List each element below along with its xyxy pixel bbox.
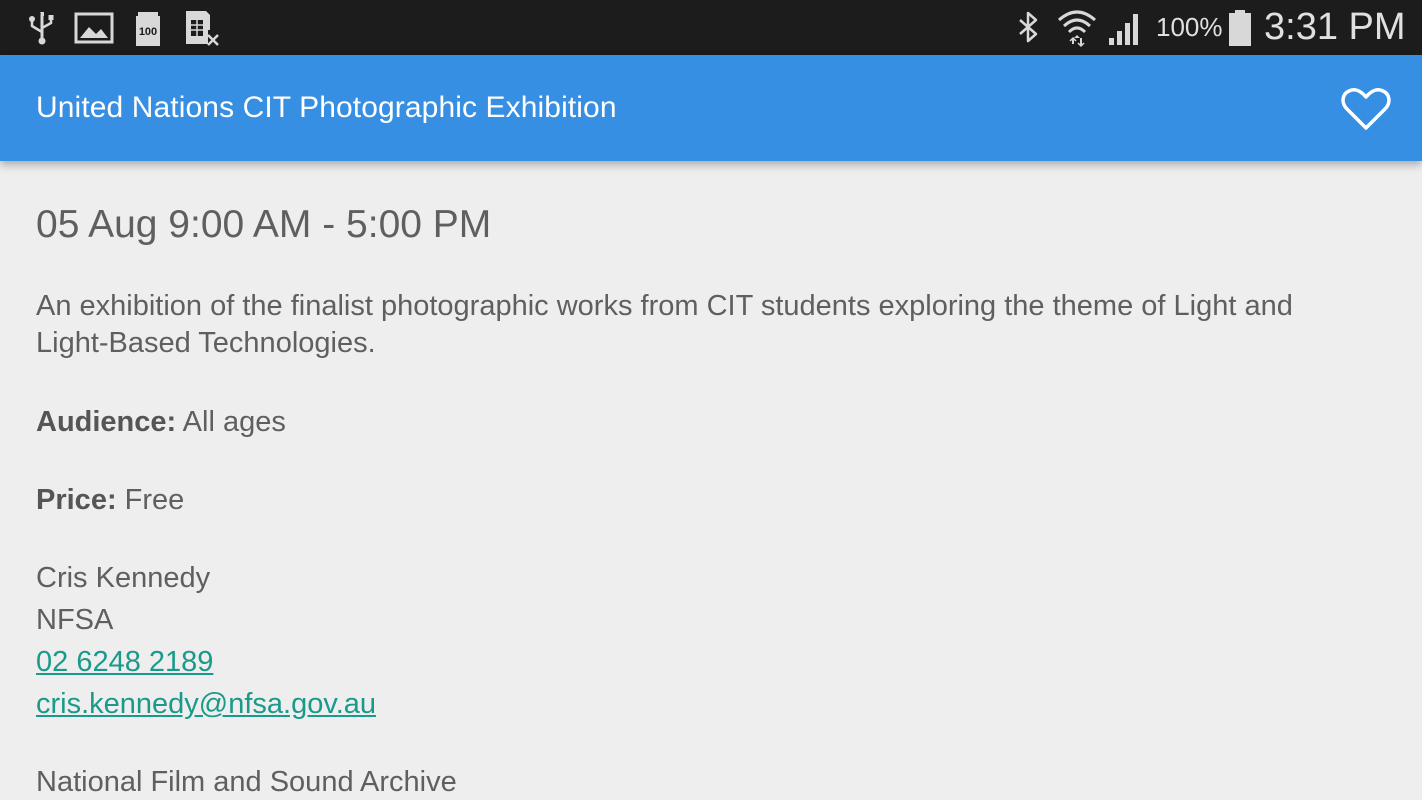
price-label: Price: bbox=[36, 484, 117, 516]
price-row: Price: Free bbox=[36, 484, 184, 517]
battery-percent: 100% bbox=[1156, 12, 1223, 42]
status-bar: 100 100% 3:31 PM bbox=[0, 0, 1422, 55]
app-bar: United Nations CIT Photographic Exhibiti… bbox=[0, 55, 1422, 161]
contact-email-row: cris.kennedy@nfsa.gov.au bbox=[36, 688, 376, 721]
signal-icon bbox=[1109, 14, 1138, 45]
bluetooth-icon bbox=[1019, 11, 1038, 43]
heart-outline-icon[interactable] bbox=[1340, 83, 1392, 135]
image-icon bbox=[74, 12, 114, 44]
audience-value: All ages bbox=[182, 406, 286, 438]
contact-org: NFSA bbox=[36, 604, 114, 636]
storage-100-icon: 100 bbox=[136, 12, 160, 46]
contact-email-link[interactable]: cris.kennedy@nfsa.gov.au bbox=[36, 688, 376, 720]
audience-row: Audience: All ages bbox=[36, 406, 286, 439]
price-value: Free bbox=[124, 484, 185, 516]
audience-label: Audience: bbox=[36, 406, 177, 438]
wifi-icon bbox=[1058, 10, 1096, 48]
event-datetime: 05 Aug 9:00 AM - 5:00 PM bbox=[36, 203, 492, 246]
contact-phone-link[interactable]: 02 6248 2189 bbox=[36, 646, 213, 678]
svg-text:100: 100 bbox=[139, 26, 157, 38]
venue-name: National Film and Sound Archive bbox=[36, 766, 457, 798]
battery-icon bbox=[1229, 10, 1251, 46]
usb-icon bbox=[29, 12, 54, 45]
event-description: An exhibition of the finalist photograph… bbox=[36, 290, 1293, 359]
clock: 3:31 PM bbox=[1264, 6, 1406, 48]
contact-name: Cris Kennedy bbox=[36, 562, 211, 594]
sim-off-icon bbox=[186, 11, 219, 46]
page-title: United Nations CIT Photographic Exhibiti… bbox=[36, 91, 617, 124]
contact-phone-row: 02 6248 2189 bbox=[36, 646, 213, 679]
